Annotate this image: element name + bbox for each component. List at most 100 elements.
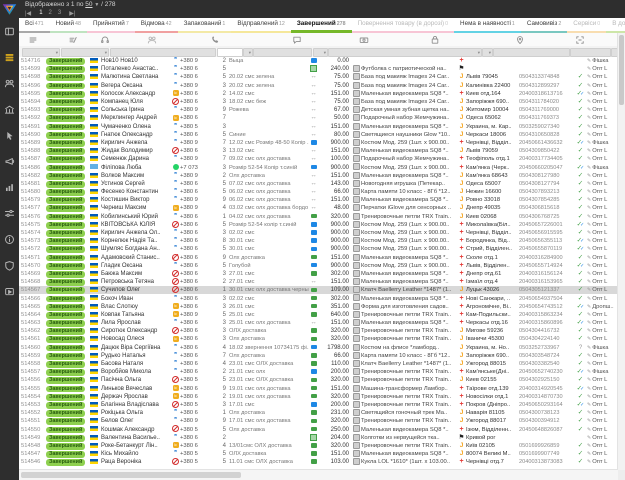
page-3-button[interactable]: 3 <box>58 10 61 16</box>
phone-number[interactable]: +380 6 <box>180 73 213 81</box>
page-2-button[interactable]: 2 <box>49 10 52 16</box>
table-row[interactable]: 514586ЗавершенийФіліпова Люба+7 0733Розм… <box>19 163 618 171</box>
phone-number[interactable]: +380 6 <box>180 368 213 376</box>
table-row[interactable]: 514558ЗавершенийБасова Наталя*+380 6423.… <box>19 360 618 368</box>
vertical-scroll-thumb[interactable] <box>619 35 624 105</box>
table-row[interactable]: 514569ЗавершенийБаюка Максим+380 6327.01… <box>19 270 618 278</box>
table-row[interactable]: 514592ЗавершенийМерклингер Андрейlc+380 … <box>19 114 618 122</box>
sidebar-item-cursor-hand[interactable] <box>0 123 19 149</box>
table-row[interactable]: 514552ЗавершенийРокіцька Ольга*+380 61Ол… <box>19 409 618 417</box>
table-row[interactable]: 514593ЗавершенийСольська Ірина*+380 99Ро… <box>19 106 618 114</box>
table-row[interactable]: 514555ЗавершенийЛиньков Вячеславlc+380 6… <box>19 385 618 393</box>
phone-number[interactable]: +380 6 <box>180 434 213 442</box>
phone-number[interactable]: +380 5 <box>180 376 213 384</box>
filter-input-8[interactable]: ▾ <box>328 48 482 57</box>
filter-input-1[interactable]: ▾ <box>22 48 60 57</box>
table-row[interactable]: 514587ЗавершенийСеменюк Дарина*+380 9709… <box>19 155 618 163</box>
vertical-scrollbar[interactable] <box>617 33 625 470</box>
phone-icon[interactable] <box>210 35 220 45</box>
tab-7[interactable]: Завершений278 <box>291 18 352 33</box>
phone-number[interactable]: +380 6 <box>180 180 213 188</box>
headset-icon[interactable] <box>100 35 110 45</box>
tab-2[interactable]: Новий48 <box>50 18 87 33</box>
phone-number[interactable]: +380 9 <box>180 196 213 204</box>
table-row[interactable]: 514575ЗавершенийКВІТОВСЬКА ЮЛІЯ+380 65Ро… <box>19 221 618 229</box>
table-row[interactable]: 514566ЗавершенийБокоч Иван*+380 6302.02 … <box>19 294 618 302</box>
tab-12[interactable]: В дорозі додому <box>606 18 625 33</box>
sidebar-item-settings-tune[interactable] <box>0 201 19 227</box>
phone-number[interactable]: +380 6 <box>180 352 213 360</box>
payment-icon[interactable] <box>359 35 369 45</box>
first-page-button[interactable]: |◀ <box>25 10 31 17</box>
tab-1[interactable]: Всі471 <box>19 18 50 33</box>
phone-number[interactable]: +380 6 <box>180 131 213 139</box>
sidebar-item-stats[interactable] <box>0 175 19 201</box>
phone-number[interactable]: +380 9 <box>180 139 213 147</box>
sidebar-item-guard[interactable] <box>0 253 19 279</box>
phone-number[interactable]: +380 6 <box>180 360 213 368</box>
table-row[interactable]: 514550ЗавершенийКошмак Александр+380 55О… <box>19 425 618 433</box>
phone-number[interactable]: +380 6 <box>180 98 213 106</box>
phone-number[interactable]: +380 9 <box>180 204 213 212</box>
table-row[interactable]: 514568ЗавершенийПетровська Тетяна+380 62… <box>19 278 618 286</box>
horizontal-scroll-thumb[interactable] <box>21 472 241 478</box>
table-row[interactable]: 514565ЗавершенийВлас Слотюуlc+380 6326.0… <box>19 303 618 311</box>
phone-number[interactable]: +380 6 <box>180 303 213 311</box>
table-row[interactable]: 514546ЗавершенийРаца Вероніка+380 5511.0… <box>19 458 618 466</box>
per-page-dropdown[interactable]: 50 <box>85 1 92 8</box>
phone-number[interactable]: +380 6 <box>180 409 213 417</box>
table-row[interactable]: 514564ЗавершенийКовпак Татьянаlc+380 952… <box>19 311 618 319</box>
table-row[interactable]: 514582ЗавершенийВолков Максим*+380 92Олх… <box>19 172 618 180</box>
tab-6[interactable]: Відправлений12 <box>231 18 290 33</box>
table-row[interactable]: 514588ЗавершенийЖидак Володимир+380 6313… <box>19 147 618 155</box>
phone-number[interactable]: +380 6 <box>180 286 213 294</box>
table-row[interactable]: 514547ЗавершенийКісь Михайло*+380 55ОЛХ … <box>19 450 618 458</box>
phone-number[interactable]: +380 6 <box>180 319 213 327</box>
sidebar-item-orders-list[interactable] <box>0 45 19 71</box>
phone-number[interactable]: +380 6 <box>180 245 213 253</box>
table-row[interactable]: 514571ЗавершенийАдамовский Станис..+380 … <box>19 254 618 262</box>
table-row[interactable]: 514554ЗавершенийДержач Ярославlc+380 621… <box>19 393 618 401</box>
phone-number[interactable]: +380 5 <box>180 458 213 466</box>
app-logo[interactable] <box>0 0 19 19</box>
table-row[interactable]: 514574ЗавершенийКирилич Анжела Ол..*+380… <box>19 229 618 237</box>
phone-number[interactable]: +380 6 <box>180 295 213 303</box>
filter-input-7[interactable]: ▾ <box>313 48 328 57</box>
phone-number[interactable]: +7 073 <box>180 164 213 172</box>
tab-4[interactable]: Відмова42 <box>135 18 178 33</box>
edit-comment-icon[interactable] <box>68 35 78 45</box>
filter-input-5[interactable]: ▾ <box>243 48 253 57</box>
phone-number[interactable]: +380 5 <box>180 450 213 458</box>
table-row[interactable]: 514562ЗавершенийСиротюк Олександр+380 63… <box>19 327 618 335</box>
phone-number[interactable]: +380 6 <box>180 221 213 229</box>
chat-icon[interactable] <box>292 35 302 45</box>
filter-input-2[interactable]: ▾ <box>61 48 109 57</box>
tab-3[interactable]: Прийнятий7 <box>87 18 135 33</box>
order-form-icon[interactable] <box>28 35 38 45</box>
phone-number[interactable]: +380 6 <box>180 442 213 450</box>
table-row[interactable]: 514580ЗавершенийФесенко Константин*+380 … <box>19 188 618 196</box>
phone-number[interactable]: +380 6 <box>180 270 213 278</box>
tab-9[interactable]: Нема в наявності1 <box>454 18 521 33</box>
filter-input-10[interactable] <box>493 48 570 57</box>
phone-number[interactable]: +380 9 <box>180 106 213 114</box>
sidebar-item-bank[interactable] <box>0 97 19 123</box>
table-row[interactable]: 514572ЗавершенийШумляс Богдана Ан..*+380… <box>19 245 618 253</box>
phone-number[interactable]: +380 6 <box>180 344 213 352</box>
table-row[interactable]: 514561ЗавершенийНовосад Олесяlc+380 63Ол… <box>19 335 618 343</box>
table-row[interactable]: 514551ЗавершенийБелов Олег*+380 9917.01 … <box>19 417 618 425</box>
last-page-button[interactable]: ▶| <box>69 10 75 17</box>
phone-number[interactable]: +380 6 <box>180 213 213 221</box>
table-row[interactable]: 514567ЗавершенийСучилов Олег+380 6130.01… <box>19 286 618 294</box>
phone-number[interactable]: +380 9 <box>180 82 213 90</box>
product-icon[interactable] <box>430 35 440 45</box>
phone-number[interactable]: +380 9 <box>180 311 213 319</box>
table-row[interactable]: 514596ЗавершенийВегера Оксана*+380 9320.… <box>19 82 618 90</box>
tab-8[interactable]: Повернення товару (в дорозі)0 <box>352 18 454 33</box>
phone-number[interactable]: +380 6 <box>180 65 213 73</box>
table-row[interactable]: 514570ЗавершенийГладик Оксана*+380 65Гол… <box>19 262 618 270</box>
phone-number[interactable]: +380 6 <box>180 385 213 393</box>
table-row[interactable]: 514560ЗавершенийДацюк Віра Сергіївна*+38… <box>19 344 618 352</box>
table-row[interactable]: 514548ЗавершенийРоке-Бетанкурт Лін..lc+3… <box>19 442 618 450</box>
phone-number[interactable]: +380 5 <box>180 426 213 434</box>
